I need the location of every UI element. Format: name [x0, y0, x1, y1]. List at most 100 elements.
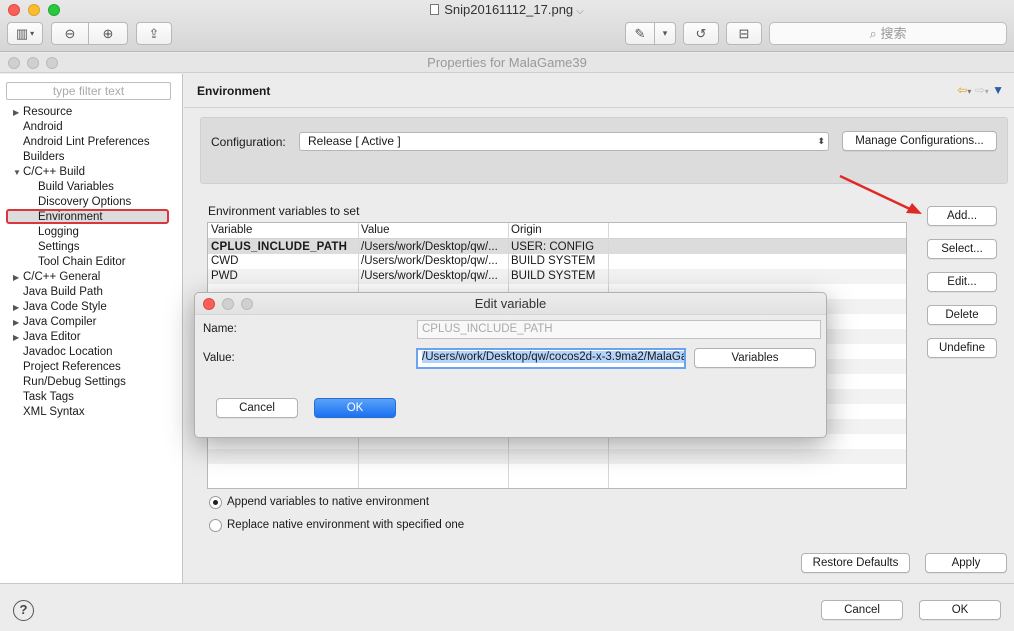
cell-value: /Users/work/Desktop/qw/... — [361, 270, 498, 282]
tree-item-label: Discovery Options — [38, 196, 132, 208]
tree-item[interactable]: ▶ C/C++ General — [0, 270, 182, 285]
forward-arrow-icon[interactable]: ⇨ — [975, 83, 985, 97]
preview-title[interactable]: Snip20161112_17.png ⌵ — [0, 2, 1014, 17]
markup-button[interactable]: ✎ — [625, 22, 655, 45]
column-header-value[interactable]: Value — [358, 223, 508, 238]
tree-item[interactable]: Build Variables — [0, 180, 182, 195]
dialog-title-text: Edit variable — [474, 296, 547, 311]
tree-item[interactable]: Android — [0, 120, 182, 135]
annotation-arrow — [839, 174, 922, 214]
tree-item[interactable]: XML Syntax — [0, 405, 182, 420]
tree-item-label: Android — [23, 121, 63, 133]
tree-item[interactable]: Builders — [0, 150, 182, 165]
expanded-arrow-icon[interactable]: ▼ — [13, 165, 23, 180]
tree-item-label: Task Tags — [23, 391, 74, 403]
history-navigation: ⇦▾ ⇨▾ ▼ — [957, 83, 1004, 97]
tree-item[interactable]: Java Build Path — [0, 285, 182, 300]
value-selected-text: /Users/work/Desktop/qw/cocos2d-x-3.9ma2/… — [422, 351, 684, 363]
share-icon: ⇪ — [148, 25, 160, 41]
delete-button[interactable]: Delete — [927, 305, 997, 325]
tree-item[interactable]: ▶ Java Compiler — [0, 315, 182, 330]
select-button[interactable]: Select... — [927, 239, 997, 259]
collapsed-arrow-icon[interactable]: ▶ — [13, 315, 23, 330]
cell-variable: CPLUS_INCLUDE_PATH — [211, 241, 348, 253]
cancel-button[interactable]: Cancel — [821, 600, 903, 620]
apply-button[interactable]: Apply — [925, 553, 1007, 573]
table-row-empty — [208, 449, 906, 464]
markup-menu-button[interactable]: ▾ — [654, 22, 676, 45]
replace-environment-label[interactable]: Replace native environment with specifie… — [227, 519, 464, 531]
cell-value: /Users/work/Desktop/qw/... — [361, 255, 498, 267]
collapsed-arrow-icon[interactable]: ▶ — [13, 105, 23, 120]
ok-button[interactable]: OK — [919, 600, 1001, 620]
document-icon — [430, 4, 440, 15]
collapsed-arrow-icon[interactable]: ▶ — [13, 330, 23, 345]
zoom-window-button[interactable] — [46, 57, 58, 69]
collapsed-arrow-icon[interactable]: ▶ — [13, 300, 23, 315]
append-variables-label[interactable]: Append variables to native environment — [227, 496, 429, 508]
chevron-down-icon[interactable]: ▾ — [985, 87, 989, 96]
sidebar-icon: ▥ — [15, 25, 29, 41]
name-label: Name: — [203, 323, 237, 335]
replace-environment-radio[interactable] — [209, 519, 222, 532]
toolbox-button[interactable]: ⊟ — [726, 22, 762, 45]
column-header-variable[interactable]: Variable — [208, 223, 358, 238]
tree-item[interactable]: Run/Debug Settings — [0, 375, 182, 390]
close-window-button[interactable] — [8, 57, 20, 69]
edit-button[interactable]: Edit... — [927, 272, 997, 292]
value-field[interactable]: /Users/work/Desktop/qw/cocos2d-x-3.9ma2/… — [416, 348, 686, 369]
filter-input[interactable]: type filter text — [6, 82, 171, 100]
manage-configurations-button[interactable]: Manage Configurations... — [842, 131, 997, 151]
tree-item[interactable]: ▼ C/C++ Build — [0, 165, 182, 180]
back-arrow-icon[interactable]: ⇦ — [957, 83, 967, 97]
minimize-window-button[interactable] — [27, 57, 39, 69]
tree-item[interactable]: ▶ Java Code Style — [0, 300, 182, 315]
tree-item-label: Java Editor — [23, 331, 81, 343]
variables-button[interactable]: Variables — [694, 348, 816, 368]
dialog-cancel-button[interactable]: Cancel — [216, 398, 298, 418]
dialog-ok-button[interactable]: OK — [314, 398, 396, 418]
tree-item-label: Resource — [23, 106, 73, 118]
configuration-select[interactable]: Release [ Active ] ⬍ — [299, 132, 829, 151]
tree-item[interactable]: Task Tags — [0, 390, 182, 405]
chevron-down-icon: ⌵ — [576, 6, 584, 17]
search-field[interactable]: ⌕ 搜索 — [769, 22, 1007, 45]
help-icon[interactable]: ? — [13, 600, 34, 621]
tree-item-label: C/C++ General — [23, 271, 101, 283]
tree-item[interactable]: Android Lint Preferences — [0, 135, 182, 150]
chevron-down-icon[interactable]: ▾ — [967, 87, 971, 96]
tree-item[interactable]: Environment — [0, 209, 182, 225]
view-menu-icon[interactable]: ▼ — [992, 83, 1004, 97]
preview-file-title: Snip20161112_17.png — [444, 2, 574, 17]
restore-defaults-button[interactable]: Restore Defaults — [801, 553, 910, 573]
tree-item[interactable]: Tool Chain Editor — [0, 255, 182, 270]
tree-item-label: C/C++ Build — [23, 166, 86, 178]
tree-item[interactable]: Settings — [0, 240, 182, 255]
zoom-out-button[interactable]: ⊖ — [51, 22, 89, 45]
rotate-icon: ↺ — [695, 25, 707, 41]
properties-window-titlebar: Properties for MalaGame39 — [0, 53, 1014, 73]
tree-item[interactable]: ▶ Java Editor — [0, 330, 182, 345]
table-row-empty — [208, 464, 906, 479]
append-variables-radio[interactable] — [209, 496, 222, 509]
column-header-origin[interactable]: Origin — [508, 223, 608, 238]
page-header: Environment ⇦▾ ⇨▾ ▼ — [184, 74, 1014, 108]
share-button[interactable]: ⇪ — [136, 22, 172, 45]
tree-item[interactable]: Discovery Options — [0, 195, 182, 210]
tree-item-label: Javadoc Location — [23, 346, 113, 358]
collapsed-arrow-icon[interactable]: ▶ — [13, 270, 23, 285]
tree-item[interactable]: Project References — [0, 360, 182, 375]
undefine-button[interactable]: Undefine — [927, 338, 997, 358]
close-dialog-button[interactable] — [203, 298, 215, 310]
zoom-in-button[interactable]: ⊕ — [88, 22, 128, 45]
table-header: Variable Value Origin — [208, 223, 906, 239]
tree-item[interactable]: Javadoc Location — [0, 345, 182, 360]
rotate-button[interactable]: ↺ — [683, 22, 719, 45]
tree-item[interactable]: ▶ Resource — [0, 105, 182, 120]
tree-item-label: Settings — [38, 241, 80, 253]
tree-item-label: Run/Debug Settings — [23, 376, 126, 388]
sidebar-toggle-button[interactable]: ▥ ▾ — [7, 22, 43, 45]
chevron-down-icon: ▾ — [662, 28, 668, 38]
tree-item[interactable]: Logging — [0, 225, 182, 240]
add-button[interactable]: Add... — [927, 206, 997, 226]
